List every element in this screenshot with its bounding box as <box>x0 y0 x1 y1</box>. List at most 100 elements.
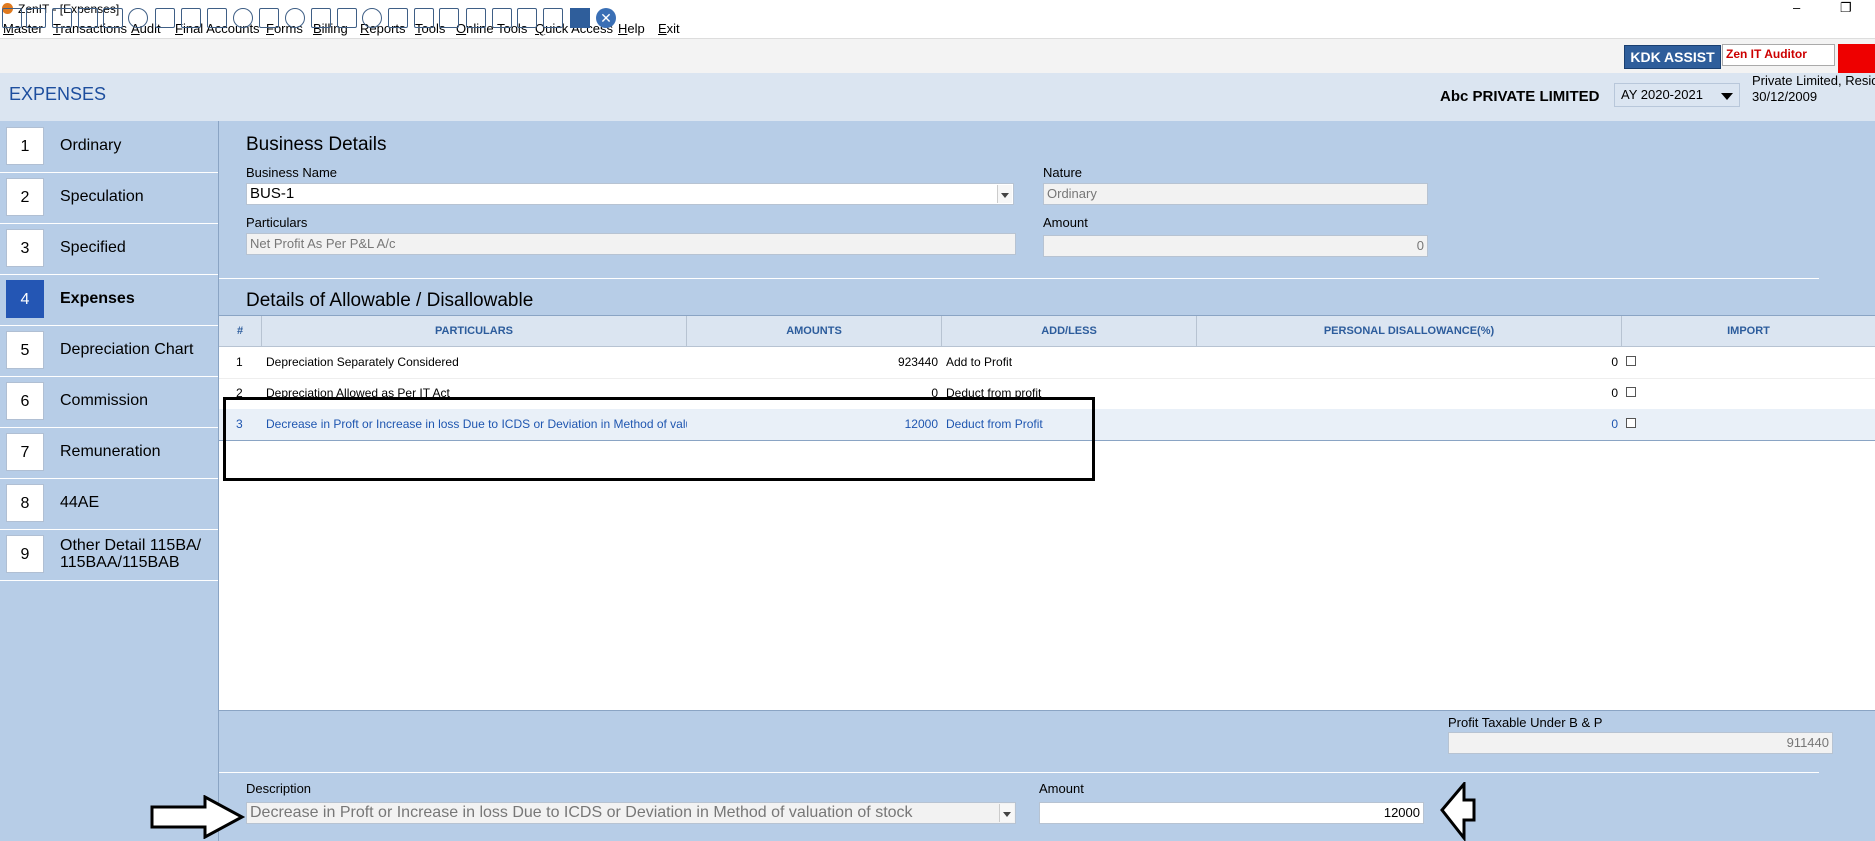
profit-taxable-label: Profit Taxable Under B & P <box>1448 715 1603 730</box>
business-name-select[interactable]: BUS-1 <box>246 183 1014 205</box>
sidebar-item-other-detail[interactable]: 9 Other Detail 115BA/ 115BAA/115BAB <box>0 529 218 581</box>
row-amount: 923440 <box>897 355 938 369</box>
chevron-down-icon <box>1721 93 1733 100</box>
sidebar-item-expenses[interactable]: 4 Expenses <box>0 274 218 326</box>
nature-label: Nature <box>1043 165 1083 180</box>
book-icon[interactable] <box>337 8 357 28</box>
amount-field[interactable]: 0 <box>1043 235 1428 257</box>
kdk-assist-button[interactable]: KDK ASSIST <box>1624 45 1721 69</box>
column-header-personal-disallowance[interactable]: PERSONAL DISALLOWANCE(%) <box>1197 316 1622 347</box>
column-header-add-less[interactable]: ADD/LESS <box>942 316 1197 347</box>
sidebar-item-number: 4 <box>6 280 44 318</box>
sidebar-item-label-line2: 115BAA/115BAB <box>60 554 180 571</box>
right-arrow-annotation-icon <box>150 795 246 839</box>
sidebar-item-commission[interactable]: 6 Commission <box>0 376 218 428</box>
sidebar-item-remuneration[interactable]: 7 Remuneration <box>0 427 218 479</box>
sidebar-item-label-line1: Other Detail 115BA/ <box>60 537 202 554</box>
pie-chart-icon[interactable] <box>285 8 305 28</box>
left-arrow-annotation-icon <box>1440 782 1476 841</box>
minimize-button[interactable]: – <box>1793 0 1800 15</box>
info-icon[interactable] <box>362 8 382 28</box>
amount-label: Amount <box>1043 215 1088 230</box>
form-icon[interactable] <box>543 8 563 28</box>
sidebar-item-specified[interactable]: 3 Specified <box>0 223 218 275</box>
menu-exit[interactable]: Exit <box>658 21 680 36</box>
row-personal-disallowance: 0 <box>1611 355 1618 369</box>
description-select[interactable]: Decrease in Proft or Increase in loss Du… <box>246 802 1016 824</box>
assessment-year-select[interactable]: AY 2020-2021 <box>1614 83 1740 107</box>
business-name-value: BUS-1 <box>250 185 295 202</box>
company-type: Private Limited, Resid <box>1752 73 1875 88</box>
row-personal-disallowance: 0 <box>1611 417 1618 431</box>
gift-icon[interactable] <box>103 8 123 28</box>
sidebar-item-label: Other Detail 115BA/ 115BAA/115BAB <box>60 537 201 571</box>
divider <box>219 772 1819 773</box>
balance-sheet-icon[interactable] <box>492 8 512 28</box>
bar-chart-icon[interactable] <box>78 8 98 28</box>
details-grid: # PARTICULARS AMOUNTS ADD/LESS PERSONAL … <box>219 315 1875 711</box>
sidebar-item-label: Ordinary <box>60 137 122 154</box>
business-name-label: Business Name <box>246 165 338 180</box>
chevron-down-icon[interactable] <box>999 804 1014 822</box>
chevron-down-icon[interactable] <box>997 185 1012 203</box>
sidebar-item-number: 7 <box>6 433 44 471</box>
page-title: EXPENSES <box>9 84 107 104</box>
person-report-icon[interactable] <box>414 8 434 28</box>
menu-help[interactable]: Help <box>618 21 645 36</box>
close-circle-icon[interactable]: ✕ <box>596 8 616 28</box>
zen-it-auditor-box[interactable]: Zen IT Auditor <box>1722 44 1835 66</box>
column-header-import[interactable]: IMPORT <box>1622 316 1875 347</box>
sidebar-item-number: 9 <box>6 535 44 573</box>
title-bar: ZenIT - [Expenses] – ❐ <box>0 0 1875 18</box>
sidebar-item-ordinary[interactable]: 1 Ordinary <box>0 121 218 173</box>
pay-icon[interactable] <box>311 8 331 28</box>
app-icon[interactable] <box>2 8 22 28</box>
home-icon[interactable] <box>26 8 46 28</box>
sidebar-item-depreciation-chart[interactable]: 5 Depreciation Chart <box>0 325 218 377</box>
row-import-checkbox[interactable] <box>1626 418 1636 428</box>
refresh-icon[interactable] <box>233 8 253 28</box>
hammer-icon[interactable] <box>155 8 175 28</box>
calendar-icon[interactable] <box>439 8 459 28</box>
group-icon[interactable] <box>128 8 148 28</box>
building-icon[interactable] <box>52 8 72 28</box>
red-indicator <box>1838 44 1875 74</box>
assessment-year-value: AY 2020-2021 <box>1621 87 1703 102</box>
toolbar <box>0 38 1875 74</box>
row-import-checkbox[interactable] <box>1626 356 1636 366</box>
settings-icon[interactable] <box>466 8 486 28</box>
restore-button[interactable]: ❐ <box>1840 0 1852 16</box>
sidebar-item-label: Remuneration <box>60 443 161 460</box>
sidebar-item-speculation[interactable]: 2 Speculation <box>0 172 218 224</box>
3cd-icon[interactable] <box>517 8 537 28</box>
sidebar-item-label: 44AE <box>60 494 100 511</box>
sidebar-item-label: Expenses <box>60 290 135 307</box>
footer-amount-field[interactable]: 12000 <box>1039 802 1424 824</box>
business-details-title: Business Details <box>246 134 387 155</box>
particulars-field[interactable]: Net Profit As Per P&L A/c <box>246 233 1016 255</box>
sidebar-item-number: 8 <box>6 484 44 522</box>
allowable-details-title: Details of Allowable / Disallowable <box>246 290 534 311</box>
menu-bar: Master Transactions Audit Final Accounts… <box>0 20 1875 38</box>
column-header-number[interactable]: # <box>219 316 262 347</box>
filter-icon[interactable] <box>181 8 201 28</box>
row-import-checkbox[interactable] <box>1626 387 1636 397</box>
sidebar-item-label: Commission <box>60 392 149 409</box>
row-particulars: Depreciation Separately Considered <box>266 355 459 369</box>
sidebar-item-44ae[interactable]: 8 44AE <box>0 478 218 530</box>
fac-icon[interactable] <box>570 8 590 28</box>
particulars-label: Particulars <box>246 215 308 230</box>
nature-field[interactable]: Ordinary <box>1043 183 1428 205</box>
company-date: 30/12/2009 <box>1752 89 1818 104</box>
calculator-icon[interactable] <box>259 8 279 28</box>
tax-icon[interactable] <box>207 8 227 28</box>
column-header-particulars[interactable]: PARTICULARS <box>262 316 687 347</box>
highlight-rectangle <box>223 397 1095 481</box>
table-row[interactable]: 1 Depreciation Separately Considered 923… <box>219 347 1875 379</box>
row-personal-disallowance: 0 <box>1611 386 1618 400</box>
report-icon[interactable] <box>388 8 408 28</box>
sidebar-item-number: 6 <box>6 382 44 420</box>
profit-taxable-field[interactable]: 911440 <box>1448 732 1833 754</box>
column-header-amounts[interactable]: AMOUNTS <box>687 316 942 347</box>
divider <box>219 278 1819 279</box>
